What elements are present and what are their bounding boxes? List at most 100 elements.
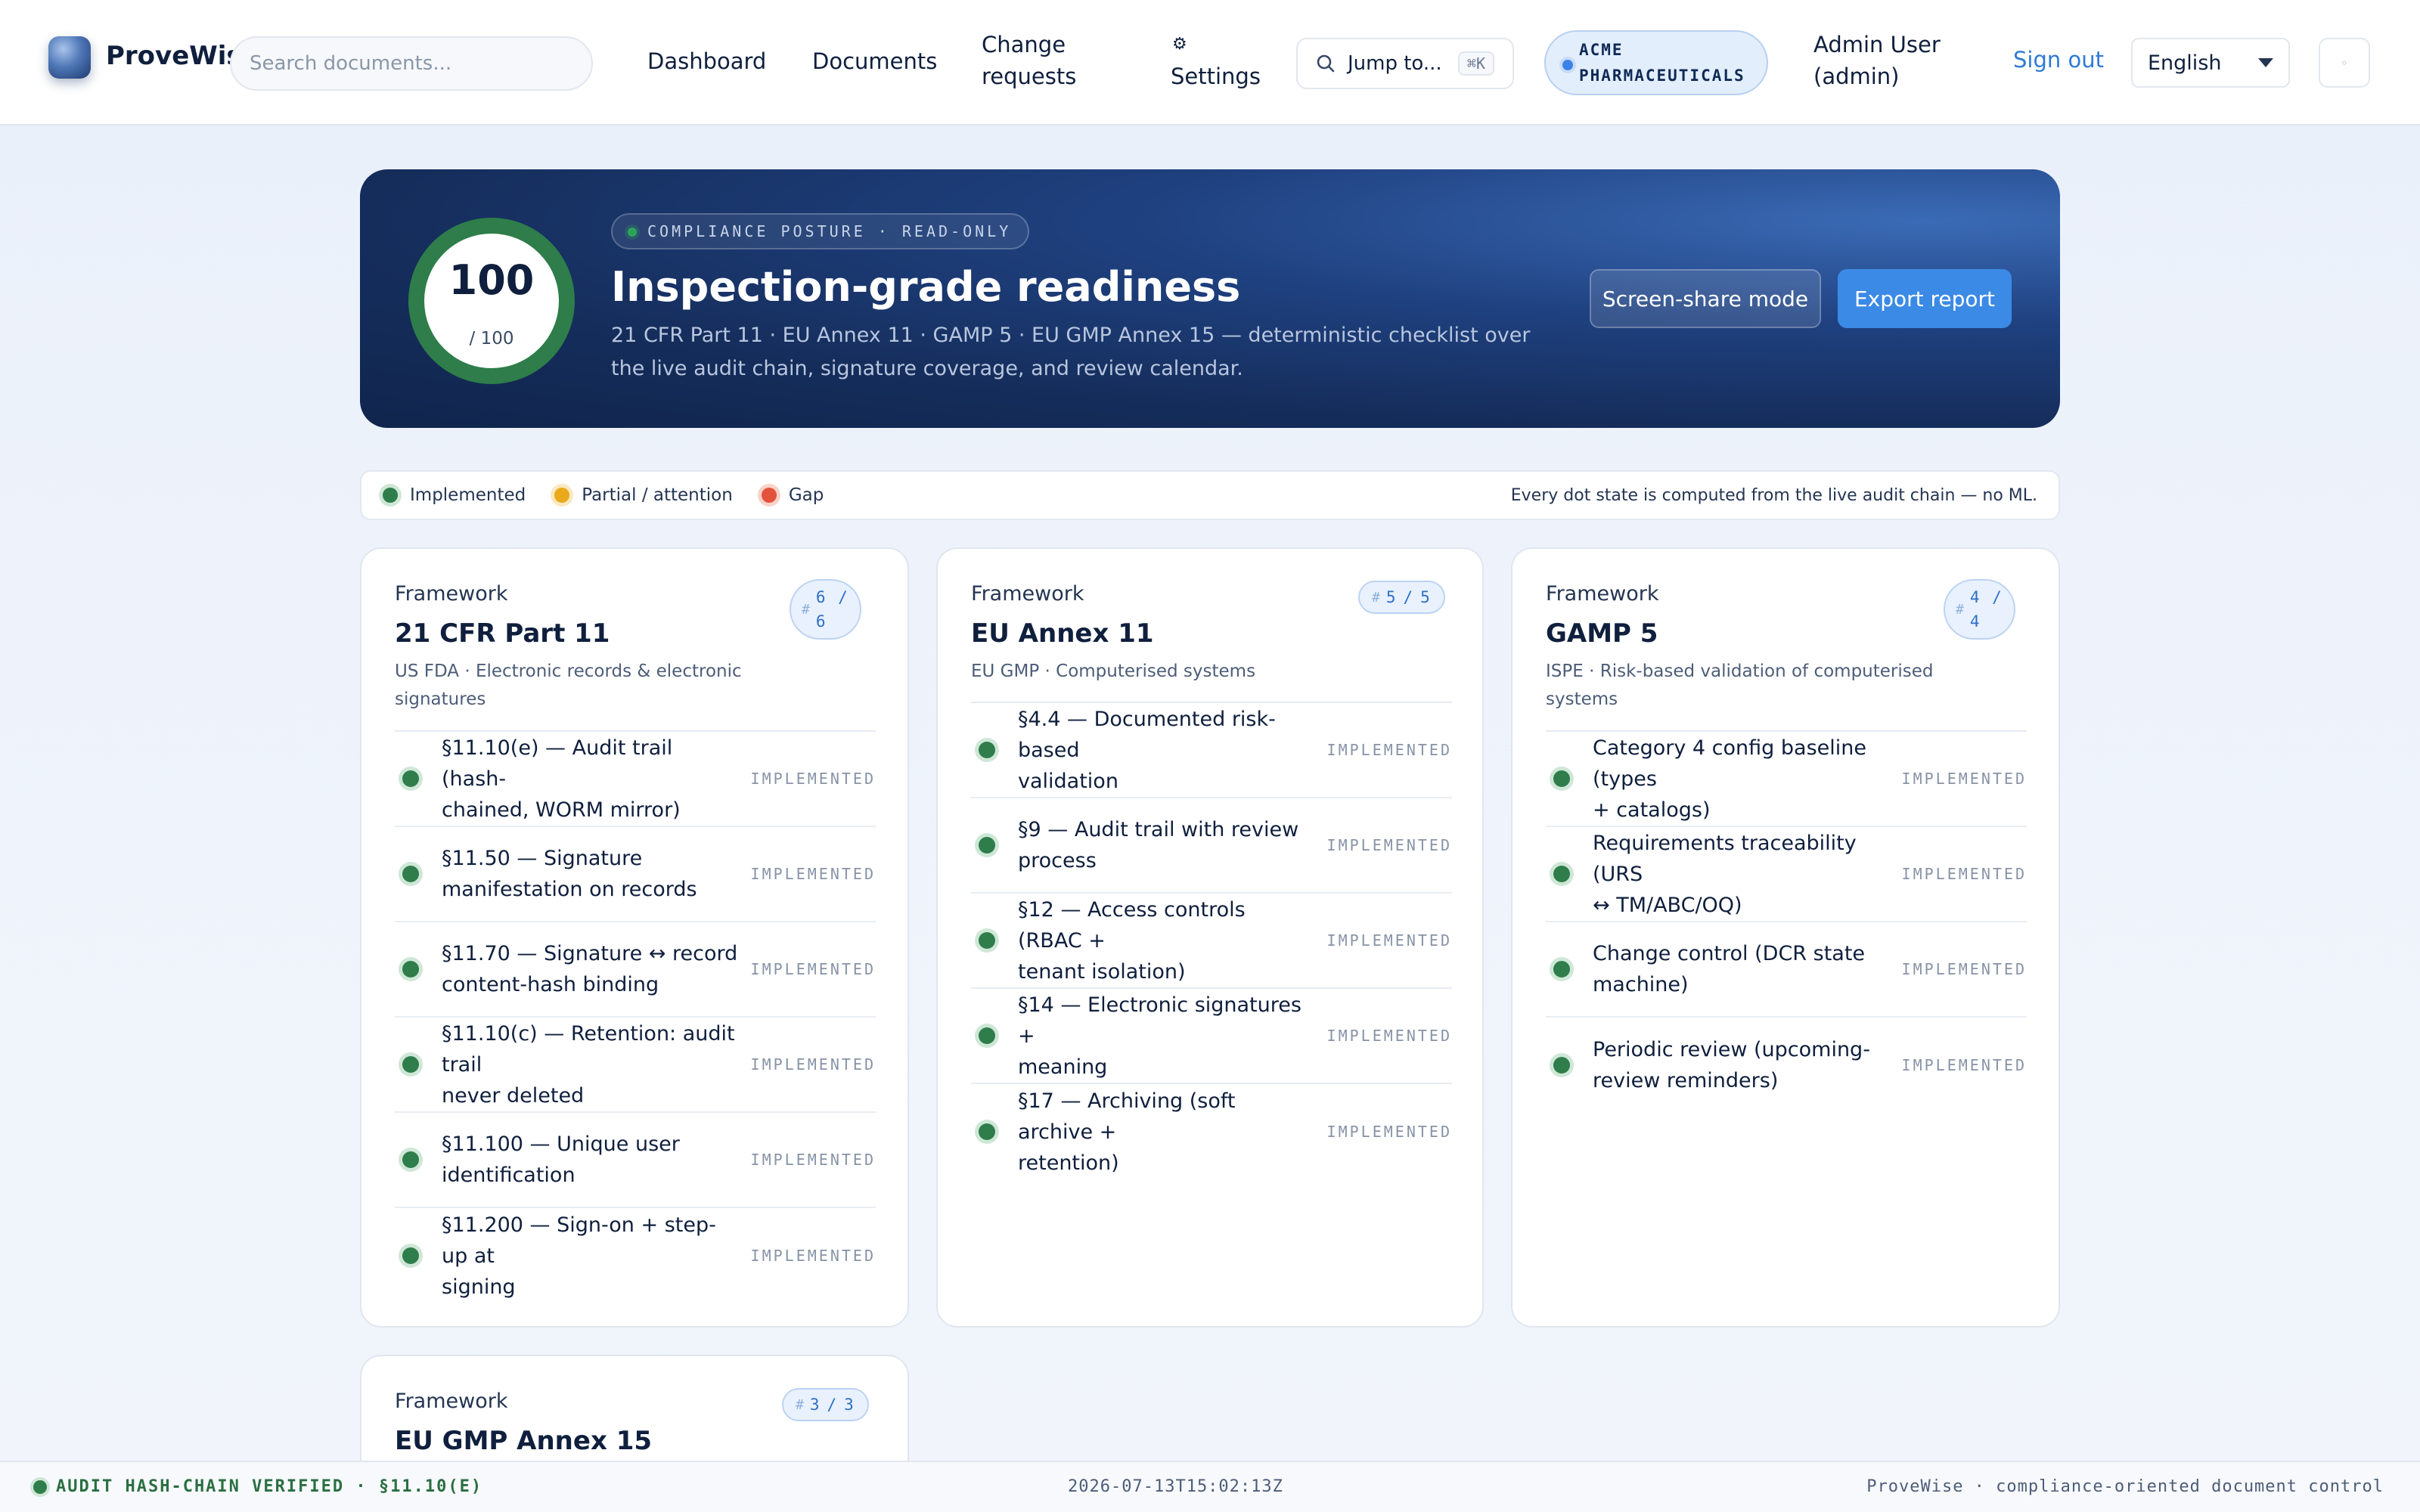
- requirement-status: IMPLEMENTED: [1326, 1027, 1452, 1045]
- framework-description-line2: signatures: [395, 689, 486, 709]
- score-value: 100: [448, 256, 535, 304]
- search-icon: [1317, 54, 1335, 73]
- readiness-hero: 100 / 100 COMPLIANCE POSTURE · READ-ONLY…: [360, 169, 2060, 428]
- audit-chain-status: AUDIT HASH-CHAIN VERIFIED · §11.10(E): [33, 1477, 482, 1496]
- hash-icon: #: [1372, 589, 1382, 606]
- nav-documents[interactable]: Documents: [812, 45, 937, 77]
- count-implemented: 4: [1969, 588, 1981, 606]
- implemented-dot-icon: [1553, 1057, 1570, 1074]
- requirement-text: §9 — Audit trail with review process: [1018, 818, 1299, 872]
- count-total: 5: [1420, 588, 1432, 606]
- requirement-row: §11.50 — Signature manifestation on recor…: [395, 827, 876, 922]
- jump-to-label: Jump to...: [1348, 52, 1442, 75]
- hash-icon: #: [1956, 601, 1965, 618]
- language-select[interactable]: English: [2131, 38, 2290, 88]
- screen-share-button[interactable]: Screen-share mode: [1590, 269, 1821, 328]
- implemented-dot-icon: [979, 837, 995, 854]
- score-inner: 100 / 100: [424, 234, 559, 368]
- nav-settings-label: Settings: [1171, 64, 1261, 89]
- export-report-button[interactable]: Export report: [1838, 269, 2012, 328]
- framework-description-line1: ISPE · Risk-based validation of computer…: [1546, 662, 1934, 681]
- implemented-dot-icon: [979, 742, 995, 758]
- status-footer: AUDIT HASH-CHAIN VERIFIED · §11.10(E) 20…: [0, 1461, 2420, 1512]
- requirement-text: §11.10(c) — Retention: audit trail never …: [442, 1021, 735, 1108]
- requirement-text: §11.50 — Signature manifestation on recor…: [442, 847, 697, 901]
- implemented-dot-icon: [402, 1056, 419, 1073]
- language-value: English: [2148, 51, 2222, 75]
- requirement-text: Periodic review (upcoming-review reminde…: [1593, 1038, 1870, 1092]
- requirement-row: §9 — Audit trail with review process IMPL…: [971, 798, 1452, 894]
- framework-label: Framework: [395, 582, 508, 606]
- framework-description-line2: systems: [1546, 689, 1618, 709]
- nav-change-requests-line2: requests: [982, 64, 1077, 89]
- requirement-count-badge: # 4 / 4: [1944, 579, 2015, 640]
- requirement-status: IMPLEMENTED: [750, 1247, 876, 1265]
- implemented-dot-icon: [979, 932, 995, 949]
- count-implemented: 3: [809, 1396, 821, 1414]
- sign-out-link[interactable]: Sign out: [2013, 47, 2104, 73]
- framework-label: Framework: [395, 1390, 508, 1413]
- implemented-dot-icon: [979, 1027, 995, 1044]
- requirement-row: §17 — Archiving (soft archive + retention…: [971, 1084, 1452, 1179]
- legend-note: Every dot state is computed from the liv…: [1510, 485, 2037, 505]
- framework-card-gamp5: Framework GAMP 5 ISPE · Risk-based valid…: [1511, 547, 2060, 1328]
- framework-label: Framework: [1546, 582, 1659, 606]
- requirement-text: §11.10(e) — Audit trail (hash-chained, W…: [442, 736, 681, 822]
- legend-implemented: Implemented: [383, 485, 526, 505]
- theme-icon: ◦: [2341, 55, 2348, 70]
- count-total: 4: [1969, 612, 1981, 631]
- search-input[interactable]: [230, 36, 593, 91]
- requirement-status: IMPLEMENTED: [1326, 1123, 1452, 1141]
- requirement-status: IMPLEMENTED: [1326, 931, 1452, 950]
- requirement-text: §11.100 — Unique user identification: [442, 1132, 680, 1187]
- theme-toggle-button[interactable]: ◦: [2319, 38, 2370, 88]
- posture-badge-label: COMPLIANCE POSTURE · READ-ONLY: [647, 222, 1012, 240]
- score-ring: 100 / 100: [408, 218, 575, 384]
- top-nav: ProveWise Dashboard Documents Change req…: [0, 0, 2420, 125]
- requirement-text: §11.200 — Sign-on + step-up at signing: [442, 1213, 716, 1299]
- implemented-dot-icon: [402, 1247, 419, 1264]
- footer-timestamp: 2026-07-13T15:02:13Z: [1068, 1477, 1283, 1496]
- framework-title: 21 CFR Part 11: [395, 618, 610, 649]
- requirement-text: §12 — Access controls (RBAC + tenant isol…: [1018, 897, 1246, 984]
- implemented-dot-icon: [1553, 961, 1570, 978]
- requirement-row: §11.200 — Sign-on + step-up at signing IM…: [395, 1208, 876, 1303]
- nav-change-requests[interactable]: Change requests: [982, 29, 1076, 92]
- requirement-row: §11.70 — Signature ↔ record content-hash …: [395, 922, 876, 1018]
- legend-implemented-label: Implemented: [410, 485, 526, 505]
- tenant-name-line1: ACME: [1579, 41, 1624, 59]
- jump-to-button[interactable]: Jump to... ⌘K: [1296, 38, 1514, 89]
- framework-description-line1: EU GMP · Computerised systems: [971, 662, 1256, 681]
- page-subtitle: 21 CFR Part 11 · EU Annex 11 · GAMP 5 · …: [611, 324, 1531, 380]
- requirement-text: §17 — Archiving (soft archive + retention…: [1018, 1089, 1236, 1175]
- status-dot-icon: [628, 228, 637, 237]
- requirement-status: IMPLEMENTED: [1901, 960, 2027, 978]
- requirement-row: Periodic review (upcoming-review reminde…: [1546, 1018, 2027, 1113]
- framework-card-21cfr: Framework 21 CFR Part 11 US FDA · Electr…: [360, 547, 909, 1328]
- requirement-count-badge: # 6 / 6: [790, 579, 861, 640]
- requirement-status: IMPLEMENTED: [1901, 865, 2027, 883]
- requirement-row: Category 4 config baseline (types + catal…: [1546, 732, 2027, 827]
- implemented-dot-icon: [383, 488, 398, 503]
- requirement-row: §11.100 — Unique user identification IMPL…: [395, 1113, 876, 1208]
- footer-product-tagline: ProveWise · compliance-oriented document…: [1866, 1477, 2384, 1496]
- framework-description: ISPE · Risk-based validation of computer…: [1546, 658, 1934, 714]
- implemented-dot-icon: [402, 770, 419, 787]
- framework-description-line1: US FDA · Electronic records & electronic: [395, 662, 742, 681]
- requirement-status: IMPLEMENTED: [750, 770, 876, 788]
- nav-dashboard[interactable]: Dashboard: [647, 45, 766, 77]
- count-total: 6: [815, 612, 827, 631]
- legend-partial: Partial / attention: [554, 485, 733, 505]
- tenant-badge[interactable]: ACME PHARMACEUTICALS: [1544, 30, 1768, 95]
- framework-label: Framework: [971, 582, 1084, 606]
- nav-settings[interactable]: ⚙ Settings: [1171, 29, 1261, 92]
- requirement-text: §14 — Electronic signatures + meaning: [1018, 993, 1302, 1079]
- user-info: Admin User (admin): [1813, 29, 1941, 92]
- requirement-row: Change control (DCR state machine) IMPLEM…: [1546, 922, 2027, 1018]
- requirement-status: IMPLEMENTED: [1326, 741, 1452, 759]
- requirement-text: Category 4 config baseline (types + catal…: [1593, 736, 1866, 822]
- implemented-dot-icon: [402, 961, 419, 978]
- requirement-status: IMPLEMENTED: [750, 960, 876, 978]
- hash-icon: #: [796, 1396, 805, 1413]
- requirement-row: §14 — Electronic signatures + meaning IMP…: [971, 989, 1452, 1084]
